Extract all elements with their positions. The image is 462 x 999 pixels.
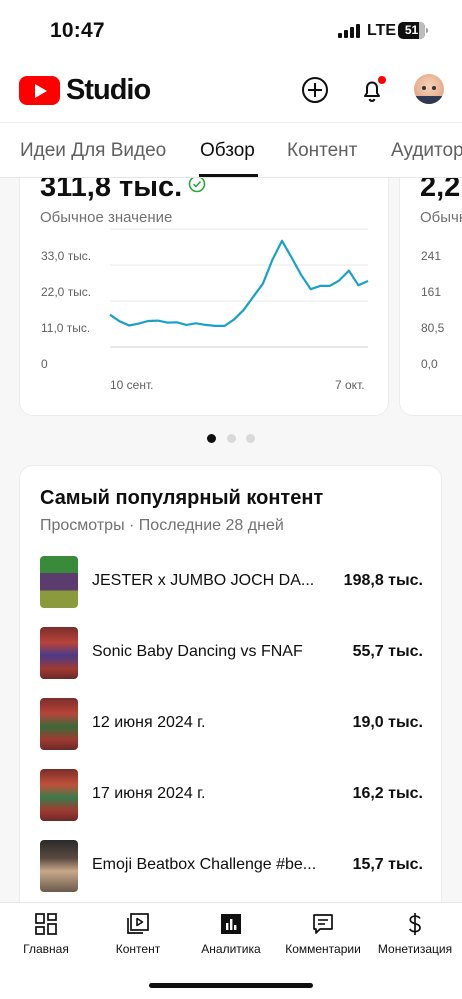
x-tick-label: 7 окт.	[335, 378, 365, 392]
video-views: 198,8 тыс.	[343, 572, 423, 589]
signal-icon	[338, 24, 360, 38]
list-item[interactable]: Sonic Baby Dancing vs FNAF 55,7 тыс.	[20, 627, 443, 681]
dollar-icon	[409, 913, 421, 935]
nav-item-analytics[interactable]: Аналитика	[185, 911, 277, 956]
comments-icon	[313, 914, 333, 934]
analytics-overview: 311,8 тыс. Обычное значение 33,0 тыс. 22…	[0, 178, 462, 902]
nav-label: Контент	[115, 942, 161, 956]
y-tick-label: 80,5	[421, 321, 445, 335]
tab-overview[interactable]: Обзор	[200, 140, 255, 162]
nav-item-monetization[interactable]: Монетизация	[369, 911, 461, 956]
video-thumbnail	[40, 769, 78, 821]
nav-label: Главная	[23, 942, 69, 956]
views-metric-card[interactable]: 311,8 тыс. Обычное значение 33,0 тыс. 22…	[19, 178, 389, 416]
carousel-dot[interactable]	[246, 434, 255, 443]
video-library-icon	[127, 913, 149, 934]
nav-label: Аналитика	[201, 942, 261, 956]
create-button[interactable]	[298, 73, 332, 107]
y-tick-label: 11,0 тыс.	[41, 321, 91, 335]
list-item[interactable]: JESTER x JUMBO JOCH DA... 198,8 тыс.	[20, 556, 443, 610]
video-thumbnail	[40, 698, 78, 750]
video-thumbnail	[40, 556, 78, 608]
tab-video-ideas[interactable]: Идеи Для Видео	[20, 140, 166, 162]
video-views: 16,2 тыс.	[352, 785, 423, 802]
list-item[interactable]: Emoji Beatbox Challenge #be... 15,7 тыс.	[20, 840, 443, 894]
battery-level: 51	[404, 23, 419, 37]
app-title: Studio	[66, 74, 151, 106]
list-item[interactable]: 17 июня 2024 г. 16,2 тыс.	[20, 769, 443, 823]
metric-value-2: 2,2	[420, 178, 461, 203]
nav-label: Монетизация	[377, 942, 453, 956]
notification-badge	[377, 75, 387, 85]
video-title: Emoji Beatbox Challenge #be...	[92, 856, 317, 873]
nav-item-content[interactable]: Контент	[92, 911, 184, 956]
status-time: 10:47	[50, 19, 105, 42]
carousel-indicator	[0, 434, 462, 444]
top-content-card: Самый популярный контент Просмотры · Пос…	[19, 465, 442, 902]
views-series-line	[109, 239, 369, 327]
video-views: 19,0 тыс.	[352, 714, 423, 731]
y-tick-label: 241	[421, 249, 442, 263]
y-tick-label: 161	[421, 285, 442, 299]
metric-subtitle-2: Обычн	[420, 209, 462, 226]
youtube-logo-icon	[19, 76, 60, 105]
carousel-dot[interactable]	[207, 434, 216, 443]
top-content-subtitle: Просмотры · Последние 28 дней	[40, 517, 284, 534]
tab-bar: Идеи Для Видео Обзор Контент Аудитор	[0, 122, 462, 178]
video-thumbnail	[40, 840, 78, 892]
video-views: 15,7 тыс.	[352, 856, 423, 873]
video-views: 55,7 тыс.	[352, 643, 423, 660]
network-type: LTE	[367, 22, 397, 39]
status-bar: 10:47 LTE 51	[0, 0, 462, 60]
video-title: 17 июня 2024 г.	[92, 785, 206, 802]
battery-icon: 51	[398, 22, 428, 39]
video-title: JESTER x JUMBO JOCH DA...	[92, 572, 315, 589]
home-indicator	[149, 983, 313, 988]
active-tab-indicator	[199, 174, 258, 177]
x-tick-label: 10 сент.	[110, 378, 154, 392]
tab-content[interactable]: Контент	[287, 140, 357, 162]
watch-time-metric-card[interactable]: 2,2 Обычн 241 161 80,5 0,0	[399, 178, 462, 416]
nav-item-comments[interactable]: Комментарии	[277, 911, 369, 956]
studio-logo[interactable]: Studio	[19, 74, 151, 107]
nav-label: Комментарии	[285, 942, 361, 956]
dashboard-icon	[35, 913, 57, 935]
app-header: Studio	[0, 62, 462, 118]
video-title: 12 июня 2024 г.	[92, 714, 206, 731]
y-tick-label: 0,0	[421, 357, 438, 371]
video-thumbnail	[40, 627, 78, 679]
analytics-icon	[221, 914, 241, 934]
y-tick-label: 0	[41, 357, 48, 371]
top-content-title: Самый популярный контент	[40, 487, 324, 509]
y-tick-label: 22,0 тыс.	[41, 285, 92, 299]
list-item[interactable]: 12 июня 2024 г. 19,0 тыс.	[20, 698, 443, 752]
avatar[interactable]	[414, 74, 444, 104]
notifications-button[interactable]	[355, 73, 389, 107]
plus-circle-icon	[302, 77, 328, 103]
video-title: Sonic Baby Dancing vs FNAF	[92, 643, 303, 660]
nav-item-home[interactable]: Главная	[0, 911, 92, 956]
tab-audience[interactable]: Аудитор	[391, 140, 462, 162]
carousel-dot[interactable]	[227, 434, 236, 443]
y-tick-label: 33,0 тыс.	[41, 249, 92, 263]
